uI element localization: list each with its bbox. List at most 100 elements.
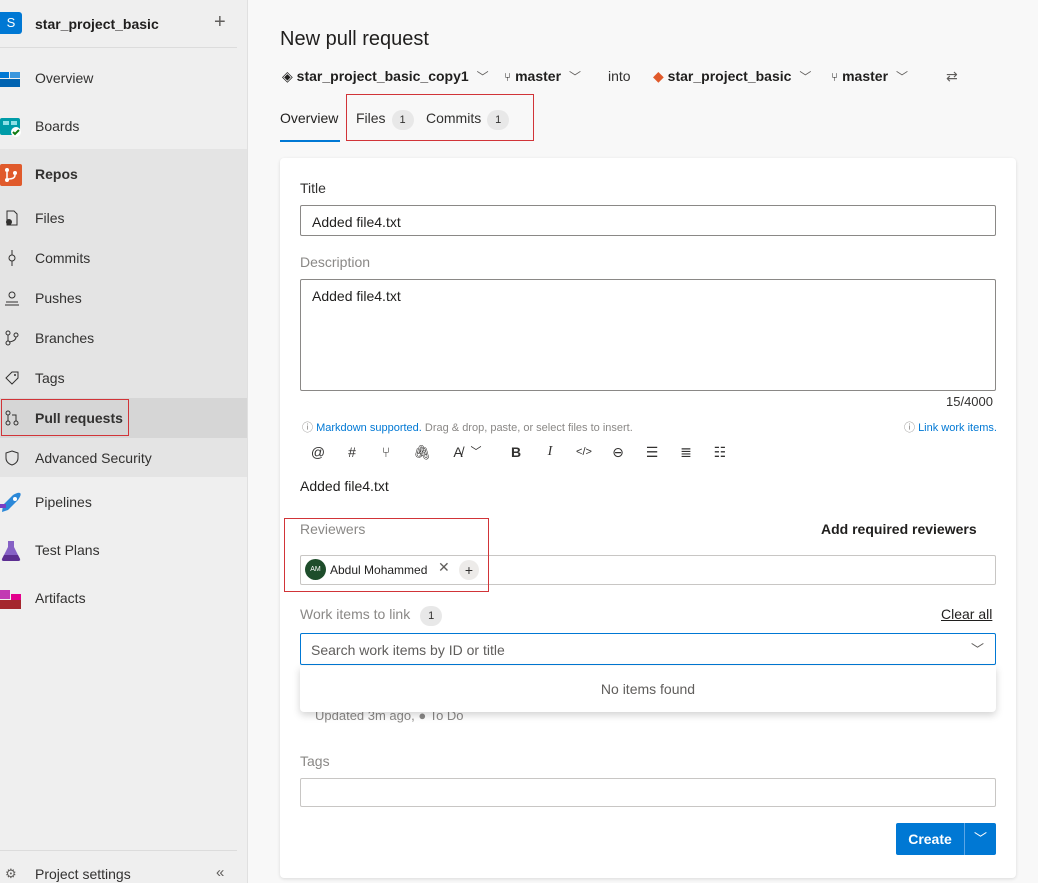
search-results-dropdown: No items found bbox=[300, 666, 996, 712]
active-tab-indicator bbox=[280, 140, 340, 142]
checklist-icon[interactable]: ☷ bbox=[710, 442, 730, 462]
chevron-down-icon[interactable]: ﹀ bbox=[466, 442, 486, 462]
plus-icon[interactable]: + bbox=[214, 12, 226, 32]
target-repo-dropdown[interactable]: ◆ star_project_basic ﹀ bbox=[653, 68, 811, 85]
nav-item-repos[interactable]: Repos bbox=[0, 154, 247, 194]
nav-item-project-settings[interactable]: ⚙ Project settings « bbox=[0, 858, 247, 883]
link-work-items-label: Link work items. bbox=[918, 422, 997, 434]
highlight-icon[interactable]: A̸ bbox=[448, 442, 468, 462]
branch-selector-row: ◈ star_project_basic_copy1 ﹀ ⑂ master ﹀ in… bbox=[280, 68, 1000, 88]
branch-icon: ⑂ bbox=[831, 70, 839, 84]
highlight-box bbox=[284, 518, 489, 592]
format-toolbar: @ # ⑂ 🖇 A̸ ﹀ B I </> ⊖ ☰ ≣ ☷ bbox=[308, 442, 728, 462]
nav-item-tags[interactable]: Tags bbox=[0, 358, 247, 398]
description-textarea[interactable]: Added file4.txt bbox=[300, 279, 996, 391]
pipelines-icon bbox=[0, 492, 21, 512]
nav-item-pipelines[interactable]: Pipelines bbox=[0, 482, 247, 522]
title-value: Added file4.txt bbox=[312, 214, 401, 230]
nav-label: Repos bbox=[35, 166, 78, 182]
nav-label: Overview bbox=[35, 70, 94, 86]
pull-request-icon[interactable]: ⑂ bbox=[376, 442, 396, 462]
nav-label: Artifacts bbox=[35, 590, 86, 606]
into-label: into bbox=[608, 68, 631, 84]
chevron-down-icon: ﹀ bbox=[476, 70, 489, 84]
gear-icon: ⚙ bbox=[5, 866, 17, 881]
bullet-list-icon[interactable]: ☰ bbox=[642, 442, 662, 462]
source-repo-dropdown[interactable]: ◈ star_project_basic_copy1 ﹀ bbox=[282, 68, 489, 85]
pr-form-card: Title Added file4.txt Description Added … bbox=[280, 158, 1016, 878]
source-branch-dropdown[interactable]: ⑂ master ﹀ bbox=[504, 68, 581, 85]
attach-icon[interactable]: 🖇 bbox=[412, 442, 432, 462]
divider bbox=[0, 47, 237, 48]
nav-item-files[interactable]: Files bbox=[0, 198, 247, 238]
nav-item-pushes[interactable]: Pushes bbox=[0, 278, 247, 318]
highlight-box bbox=[346, 94, 534, 141]
nav-label: Advanced Security bbox=[35, 450, 152, 466]
nav-label: Project settings bbox=[35, 866, 131, 882]
collapse-icon[interactable]: « bbox=[216, 864, 224, 881]
chevron-down-icon[interactable]: ﹀ bbox=[971, 639, 984, 658]
target-branch-dropdown[interactable]: ⑂ master ﹀ bbox=[831, 68, 908, 85]
hashtag-icon[interactable]: # bbox=[342, 442, 362, 462]
boards-icon bbox=[0, 118, 21, 137]
link-icon[interactable]: ⊖ bbox=[608, 442, 628, 462]
nav-item-branches[interactable]: Branches bbox=[0, 318, 247, 358]
info-icon: ⓘ bbox=[904, 422, 919, 434]
create-options-button[interactable]: ﹀ bbox=[964, 823, 996, 855]
nav-item-overview[interactable]: Overview bbox=[0, 58, 247, 98]
nav-item-test-plans[interactable]: Test Plans bbox=[0, 530, 247, 570]
clear-all-link[interactable]: Clear all bbox=[941, 606, 992, 622]
chevron-down-icon: ﹀ bbox=[973, 831, 987, 846]
artifacts-icon bbox=[0, 590, 21, 609]
nav-label: Files bbox=[35, 210, 65, 226]
numbered-list-icon[interactable]: ≣ bbox=[676, 442, 696, 462]
page-title: New pull request bbox=[280, 28, 429, 50]
project-avatar: S bbox=[0, 12, 22, 34]
tab-overview[interactable]: Overview bbox=[280, 110, 338, 126]
tags-input[interactable] bbox=[300, 778, 996, 807]
nav-label: Boards bbox=[35, 118, 80, 134]
chevron-down-icon: ﹀ bbox=[799, 70, 812, 84]
nav-item-commits[interactable]: Commits bbox=[0, 238, 247, 278]
nav-item-artifacts[interactable]: Artifacts bbox=[0, 578, 247, 618]
add-required-reviewers-button[interactable]: Add required reviewers bbox=[821, 521, 977, 537]
markdown-link[interactable]: Markdown supported. bbox=[316, 422, 422, 434]
project-name[interactable]: star_project_basic bbox=[35, 16, 159, 32]
code-icon[interactable]: </> bbox=[574, 442, 594, 462]
source-repo-label: star_project_basic_copy1 bbox=[296, 68, 469, 84]
italic-icon[interactable]: I bbox=[540, 442, 560, 462]
chevron-down-icon: ﹀ bbox=[896, 70, 909, 84]
nav-item-boards[interactable]: Boards bbox=[0, 106, 247, 146]
at-icon[interactable]: @ bbox=[308, 442, 328, 462]
nav-label: Pushes bbox=[35, 290, 82, 306]
tags-label: Tags bbox=[300, 753, 330, 769]
commit-icon bbox=[8, 250, 16, 266]
link-work-items[interactable]: ⓘ Link work items. bbox=[904, 419, 997, 435]
nav-label: Pipelines bbox=[35, 494, 92, 510]
work-items-label-text: Work items to link bbox=[300, 606, 411, 622]
source-branch-label: master bbox=[515, 68, 562, 84]
fork-icon: ◈ bbox=[282, 68, 293, 84]
main-content: New pull request ◈ star_project_basic_co… bbox=[248, 0, 1038, 883]
repo-icon: ◆ bbox=[653, 68, 664, 84]
sidebar: S star_project_basic + Overview Boards R… bbox=[0, 0, 248, 883]
title-label: Title bbox=[300, 180, 326, 196]
work-item-search[interactable]: ﹀ bbox=[300, 633, 996, 665]
project-header[interactable]: S star_project_basic + bbox=[0, 0, 247, 48]
repos-icon bbox=[0, 164, 22, 186]
title-input[interactable]: Added file4.txt bbox=[300, 205, 996, 236]
char-counter: 15/4000 bbox=[946, 394, 993, 409]
search-input[interactable] bbox=[311, 640, 951, 660]
bold-icon[interactable]: B bbox=[506, 442, 526, 462]
highlight-box bbox=[1, 399, 129, 436]
description-label: Description bbox=[300, 254, 371, 270]
target-repo-label: star_project_basic bbox=[667, 68, 792, 84]
shield-icon bbox=[5, 450, 19, 466]
flask-icon bbox=[1, 541, 21, 561]
branch-icon bbox=[5, 330, 19, 346]
swap-icon[interactable]: ⇄ bbox=[946, 68, 958, 85]
nav-label: Branches bbox=[35, 330, 95, 346]
create-button[interactable]: Create bbox=[896, 823, 964, 855]
nav-item-advanced-security[interactable]: Advanced Security bbox=[0, 438, 247, 478]
count-badge: 1 bbox=[420, 606, 443, 626]
